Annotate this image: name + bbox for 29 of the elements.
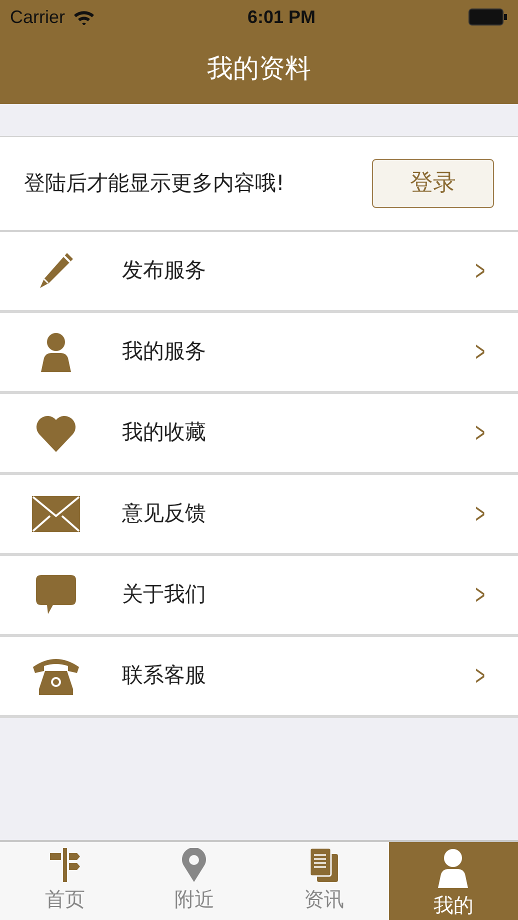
heart-icon (35, 414, 77, 452)
chevron-icon: > (474, 250, 485, 292)
person-icon (436, 848, 470, 888)
battery-icon (468, 8, 508, 26)
menu-item[interactable]: 我的收藏 > (0, 394, 518, 475)
menu-item[interactable]: 关于我们 > (0, 556, 518, 637)
menu-item[interactable]: 联系客服 > (0, 637, 518, 718)
chevron-icon: > (474, 574, 485, 616)
login-button[interactable]: 登录 (372, 159, 494, 208)
chevron-icon: > (474, 412, 485, 454)
chevron-icon: > (474, 331, 485, 373)
envelope-icon (32, 496, 80, 532)
location-pin-icon (182, 848, 206, 882)
page-title: 我的资料 (207, 52, 311, 86)
menu-item[interactable]: 我的服务 > (0, 313, 518, 394)
chevron-icon: > (474, 655, 485, 697)
chevron-icon: > (474, 493, 485, 535)
speech-bubble-icon (36, 575, 76, 615)
status-time: 6:01 PM (247, 6, 316, 28)
menu-item[interactable]: 发布服务 > (0, 232, 518, 313)
menu-item[interactable]: 意见反馈 > (0, 475, 518, 556)
wifi-icon (73, 9, 96, 25)
carrier-name: Carrier (10, 6, 66, 28)
tab-item[interactable]: 我的 (388, 842, 518, 920)
login-prompt: 登陆后才能显示更多内容哦! (24, 170, 284, 197)
person-icon (39, 332, 73, 372)
signpost-icon (50, 848, 80, 882)
documents-icon (310, 848, 338, 882)
pencil-icon (37, 251, 75, 291)
